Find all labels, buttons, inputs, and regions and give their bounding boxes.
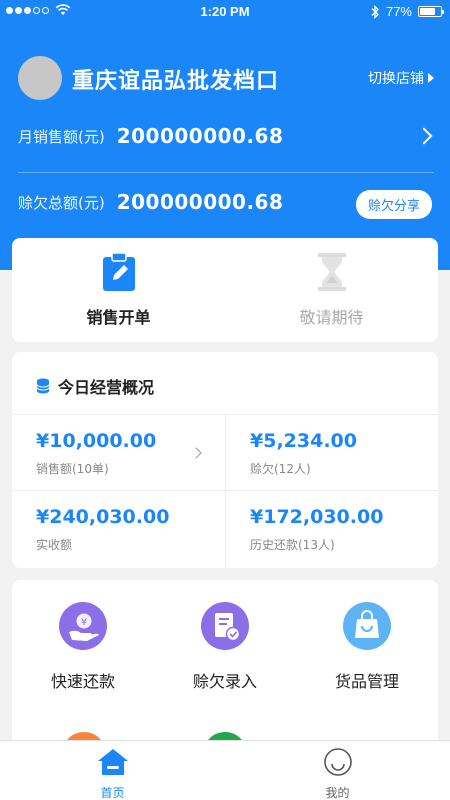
monthly-sales-label: 月销售额(元) [18,127,105,146]
monthly-sales-value: 200000000.68 [116,124,284,148]
bottom-tab-bar: 首页 我的 [0,740,450,800]
hourglass-icon [316,252,348,292]
coin-stack-icon [36,378,50,394]
svg-text:¥: ¥ [81,617,87,628]
debt-entry-tool[interactable]: 赊欠录入 [154,602,296,692]
switch-shop-button[interactable]: 切换店铺 [368,68,434,88]
chevron-right-icon[interactable] [190,447,202,459]
stat-debt[interactable]: ¥5,234.00 赊欠(12人) [250,430,357,477]
clipboard-edit-icon [101,252,137,292]
tab-mine[interactable]: 我的 [225,747,450,800]
stat-amount: ¥10,000.00 [36,430,157,452]
shopping-bag-icon [343,602,391,650]
today-overview-card: 今日经营概况 ¥10,000.00 销售额(10单) ¥5,234.00 赊欠(… [12,352,438,568]
goods-management-tool[interactable]: 货品管理 [296,602,438,692]
goods-management-label: 货品管理 [334,672,399,691]
debt-share-button[interactable]: 赊欠分享 [355,190,432,219]
stat-label: 历史还款(13人) [250,538,335,552]
battery-percent: 77% [385,4,412,19]
coming-soon-label: 敬请期待 [299,308,364,327]
actions-card: 销售开单 敬请期待 [12,238,438,342]
stat-amount: ¥172,030.00 [250,506,384,528]
quick-repay-label: 快速还款 [50,672,115,691]
stat-sales[interactable]: ¥10,000.00 销售额(10单) [36,430,156,477]
caret-right-icon [428,73,434,83]
tab-home[interactable]: 首页 [0,747,225,800]
stat-history-repayment[interactable]: ¥172,030.00 历史还款(13人) [250,506,383,553]
bluetooth-icon [371,4,379,19]
quick-repay-tool[interactable]: ¥ 快速还款 [12,602,154,692]
stat-amount: ¥5,234.00 [250,430,357,452]
today-title: 今日经营概况 [36,374,154,398]
tools-card: ¥ 快速还款 赊欠录入 货品管理 [12,580,438,750]
today-title-text: 今日经营概况 [58,378,155,397]
tab-home-label: 首页 [100,786,125,800]
stat-label: 赊欠(12人) [250,462,311,476]
header-divider [18,172,434,173]
shop-name: 重庆谊品弘批发档口 [72,69,280,94]
switch-shop-label: 切换店铺 [368,71,424,87]
stat-label: 实收额 [36,538,73,552]
avatar[interactable] [18,56,62,100]
stat-received[interactable]: ¥240,030.00 实收额 [36,506,169,553]
tab-mine-label: 我的 [325,786,350,800]
document-check-icon [201,602,249,650]
smiley-icon [323,748,352,776]
stat-amount: ¥240,030.00 [36,506,170,528]
hand-coin-icon: ¥ [59,602,107,650]
debt-total-value: 200000000.68 [116,190,284,214]
chevron-right-icon[interactable] [415,127,433,145]
home-icon [97,749,128,775]
debt-total-label: 赊欠总额(元) [18,193,105,212]
status-bar: 1:20 PM 77% [0,0,450,24]
stat-label: 销售额(10单) [36,462,109,476]
debt-entry-label: 赊欠录入 [192,672,257,691]
battery-icon [418,6,444,17]
coming-soon-action: 敬请期待 [225,252,438,328]
sales-order-action[interactable]: 销售开单 [12,252,225,328]
divider [225,414,226,568]
sales-order-label: 销售开单 [86,308,151,327]
monthly-sales-row[interactable]: 月销售额(元) 200000000.68 [18,124,434,148]
